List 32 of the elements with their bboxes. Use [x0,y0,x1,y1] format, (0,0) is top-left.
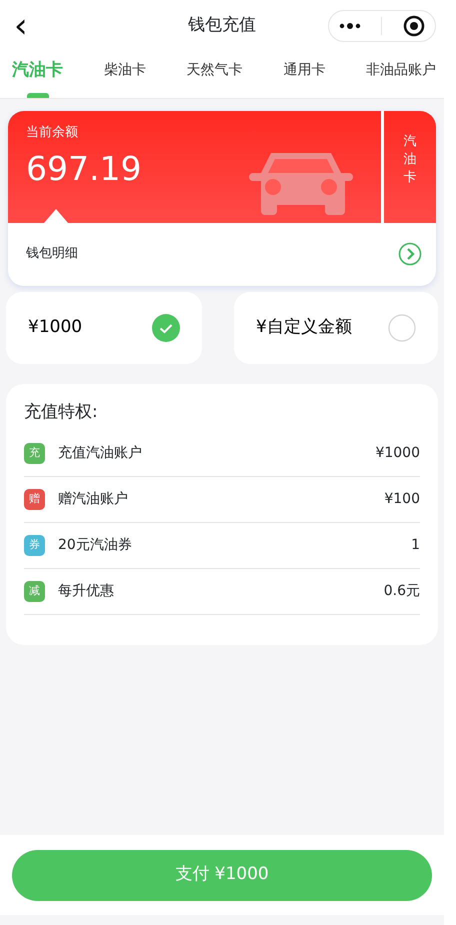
balance-label: 当前余额 [26,124,79,142]
radio-circle-icon[interactable] [388,314,416,342]
privilege-label: 每升优惠 [58,582,115,601]
privilege-badge: 赠 [24,489,45,510]
privilege-value: ¥1000 [375,444,420,463]
chevron-right-icon[interactable] [398,242,422,266]
page-title: 钱包充值 [188,14,256,38]
tab[interactable]: 天然气卡 [186,58,242,98]
balance-amount: 697.19 [26,148,142,190]
privilege-value: 1 [411,536,420,555]
privilege-value: ¥100 [384,490,420,509]
wallet-detail-link[interactable]: 钱包明细 [26,244,78,264]
tab[interactable]: 柴油卡 [104,58,146,98]
privilege-badge: 券 [24,535,45,556]
privilege-value: 0.6元 [384,582,420,601]
amount-option[interactable]: ¥自定义金额 [234,292,438,364]
tab[interactable]: 通用卡 [283,58,326,98]
check-icon[interactable] [152,314,180,342]
pointer-notch [44,208,68,222]
privilege-label: 充值汽油账户 [58,444,143,463]
privilege-label: 赠汽油账户 [58,490,129,509]
privileges-title: 充值特权: [24,400,99,424]
close-target-icon[interactable] [402,15,425,37]
capsule-menu[interactable] [328,10,436,42]
card-type-label: 汽油卡 [404,132,416,187]
more-icon[interactable] [339,23,362,29]
privilege-badge: 充 [24,443,45,464]
privilege-label: 20元汽油券 [58,536,133,555]
amount-option[interactable]: ¥1000 [6,292,202,364]
back-button[interactable]: ‹ [8,9,34,43]
tab[interactable]: 非油品账户 [366,58,436,98]
privilege-badge: 减 [24,581,45,602]
